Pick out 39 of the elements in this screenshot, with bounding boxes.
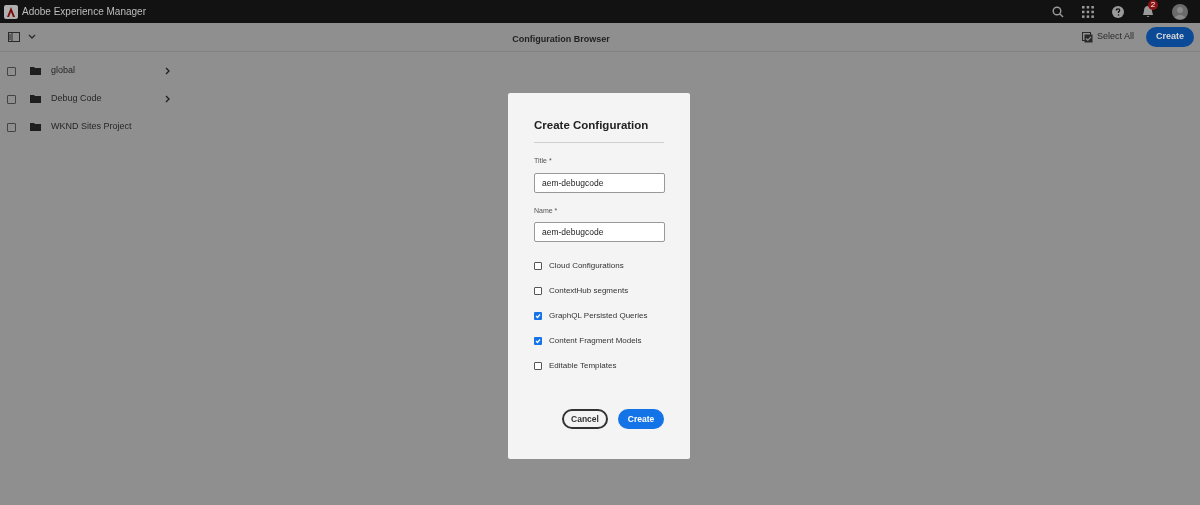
checkbox[interactable] (7, 122, 16, 132)
folder-icon (30, 123, 41, 131)
create-button[interactable]: Create (1146, 27, 1194, 47)
app-title[interactable]: Adobe Experience Manager (22, 4, 146, 19)
sidebar-icon (8, 32, 20, 42)
folder-name[interactable]: WKND Sites Project (51, 120, 170, 134)
help-icon[interactable] (1112, 5, 1124, 18)
create-button[interactable]: Create (618, 409, 664, 430)
folder-icon (30, 95, 41, 103)
checkbox[interactable] (534, 287, 542, 296)
checkbox-label: ContextHub segments (549, 285, 629, 298)
checkbox[interactable] (534, 262, 542, 271)
checkbox-label: Content Fragment Models (549, 335, 642, 348)
checkbox-label: Editable Templates (549, 360, 617, 373)
folder-icon (30, 67, 41, 75)
folder-name[interactable]: Debug Code (51, 92, 165, 106)
checkbox[interactable] (534, 312, 542, 321)
logo-icon[interactable] (4, 4, 18, 19)
folder-name[interactable]: global (51, 64, 165, 78)
checkbox[interactable] (534, 362, 542, 371)
checkbox-label: GraphQL Persisted Queries (549, 310, 648, 323)
chevron-down-icon (28, 34, 36, 40)
search-icon[interactable] (1052, 5, 1064, 18)
select-all-button[interactable]: Select All (1081, 30, 1134, 44)
cancel-button[interactable]: Cancel (562, 409, 608, 430)
dialog-title: Create Configuration (534, 117, 664, 144)
avatar-icon[interactable] (1172, 3, 1188, 20)
checkbox[interactable] (7, 66, 16, 76)
select-all-icon (1081, 31, 1093, 43)
checkbox[interactable] (7, 94, 16, 104)
notification-badge: 2 (1148, 0, 1158, 10)
page-title: Configuration Browser (512, 34, 610, 44)
apps-grid-icon[interactable] (1082, 5, 1094, 18)
checkbox-label: Cloud Configurations (549, 260, 624, 273)
text-field[interactable]: aem-debugcode (534, 172, 665, 193)
chevron-right-icon[interactable] (165, 67, 170, 75)
chevron-right-icon[interactable] (165, 95, 170, 103)
text-field[interactable]: aem-debugcode (534, 222, 665, 243)
checkbox[interactable] (534, 337, 542, 346)
